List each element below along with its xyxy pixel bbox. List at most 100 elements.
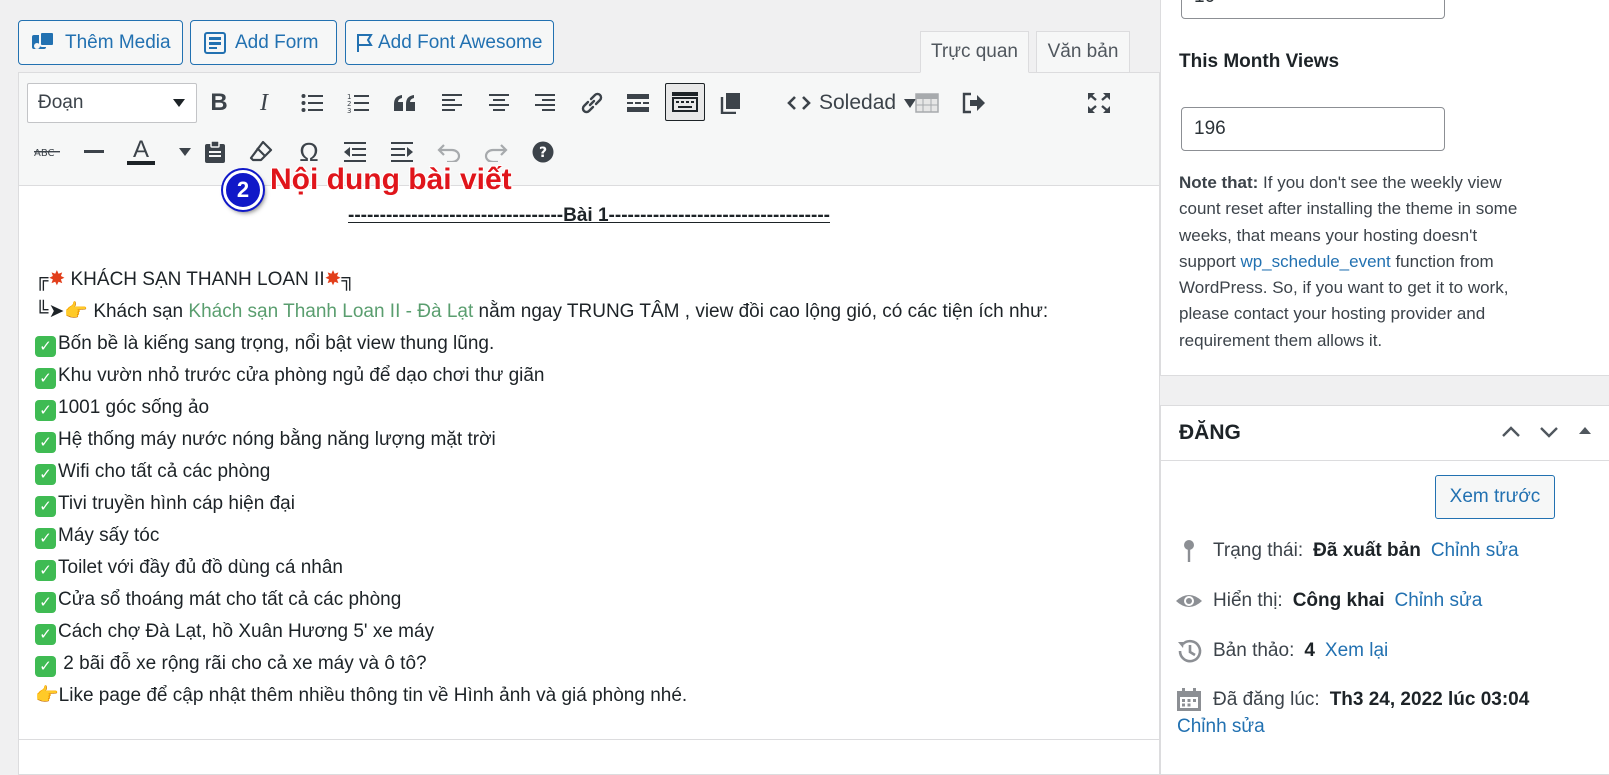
exit-button[interactable]: [954, 83, 994, 123]
strikethrough-button[interactable]: ABC: [27, 132, 67, 172]
history-icon: [1178, 639, 1202, 663]
browse-revisions-link[interactable]: Xem lại: [1325, 640, 1388, 662]
link-icon: [581, 92, 603, 114]
horizontal-line-button[interactable]: [74, 132, 114, 172]
burst-emoji-icon: ✸: [48, 268, 66, 290]
hotel-link[interactable]: Khách sạn Thanh Loan II - Đà Lạt: [188, 301, 473, 322]
table-button[interactable]: [907, 83, 947, 123]
visibility-value: Công khai: [1292, 590, 1385, 611]
collapse-arrow-icon[interactable]: [1575, 420, 1595, 444]
soledad-dropdown[interactable]: Soledad: [787, 85, 917, 121]
status-row: Trạng thái: Đã xuất bản Chỉnh sửa: [1175, 538, 1519, 564]
chevron-down-icon[interactable]: [1537, 420, 1561, 444]
status-edit-link[interactable]: Chỉnh sửa: [1431, 540, 1519, 562]
text-color-button[interactable]: A: [122, 132, 160, 172]
month-views-input[interactable]: 196: [1181, 107, 1445, 151]
help-button[interactable]: ?: [523, 132, 563, 172]
bullet-list-icon: [301, 94, 323, 112]
note-bold: Note that:: [1179, 173, 1259, 192]
amenity-item: ✓ Máy sấy tóc: [35, 520, 1143, 552]
check-mark-icon: ✓: [35, 400, 56, 421]
numbered-list-button[interactable]: 123: [338, 83, 378, 123]
copy-button[interactable]: [711, 83, 751, 123]
toolbar-toggle-button[interactable]: [665, 83, 705, 121]
soledad-label: Soledad: [819, 91, 897, 114]
add-media-label: Thêm Media: [65, 31, 171, 53]
annotation-number-badge: 2: [223, 170, 263, 210]
read-more-button[interactable]: [618, 83, 658, 123]
check-mark-icon: ✓: [35, 624, 56, 645]
help-icon: ?: [532, 141, 554, 163]
text-color-dropdown[interactable]: [174, 132, 196, 172]
views-note: Note that: If you don't see the weekly v…: [1179, 170, 1534, 354]
check-mark-icon: ✓: [35, 336, 56, 357]
editor-toolbar: Đoạn B I 123 Soledad ABC A Ω ?: [19, 73, 1159, 186]
amenity-item: ✓ Hệ thống máy nước nóng bằng năng lượng …: [35, 424, 1143, 456]
burst-emoji-icon: ✸: [324, 268, 342, 290]
amenity-item: ✓ Cách chợ Đà Lạt, hồ Xuân Hương 5' xe má…: [35, 616, 1143, 648]
intro-prefix: ╚➤👉 Khách sạn: [35, 301, 189, 322]
svg-text:3: 3: [347, 107, 351, 114]
visibility-edit-link[interactable]: Chỉnh sửa: [1395, 590, 1483, 612]
flag-icon: [357, 33, 373, 52]
chevron-up-icon[interactable]: [1499, 420, 1523, 444]
bold-button[interactable]: B: [199, 83, 239, 123]
amenity-item: ✓ Bốn bề là kiếng sang trọng, nổi bật vie…: [35, 328, 1143, 360]
revisions-count: 4: [1304, 640, 1315, 661]
align-center-button[interactable]: [479, 83, 519, 123]
keyboard-icon: [672, 92, 698, 112]
hotel-heading: ╔✸ KHÁCH SẠN THANH LOAN II✸╗: [35, 263, 1143, 296]
tab-visual-label: Trực quan: [931, 41, 1018, 62]
add-form-button[interactable]: Add Form: [190, 20, 337, 65]
post-editor: Đoạn B I 123 Soledad ABC A Ω ? ---------…: [18, 72, 1160, 775]
blockquote-button[interactable]: [385, 83, 425, 123]
italic-button[interactable]: I: [244, 83, 284, 123]
align-right-button[interactable]: [525, 83, 565, 123]
check-mark-icon: ✓: [35, 560, 56, 581]
editor-content[interactable]: ----------------------------------Bài 1-…: [19, 186, 1159, 741]
add-media-button[interactable]: Thêm Media: [18, 20, 183, 65]
wp-schedule-event-link[interactable]: wp_schedule_event: [1240, 252, 1390, 271]
format-select[interactable]: Đoạn: [27, 83, 197, 123]
quote-icon: [394, 95, 415, 111]
month-views-label: This Month Views: [1179, 51, 1340, 72]
fullscreen-button[interactable]: [1079, 83, 1119, 123]
visibility-row: Hiển thị: Công khai Chỉnh sửa: [1175, 588, 1482, 614]
align-right-icon: [535, 94, 555, 111]
format-select-value: Đoạn: [38, 92, 84, 113]
status-value: Đã xuất bản: [1313, 540, 1421, 561]
align-center-icon: [489, 94, 509, 111]
tab-text[interactable]: Văn bản: [1036, 31, 1130, 73]
preview-button[interactable]: Xem trước: [1435, 475, 1555, 519]
align-left-icon: [442, 94, 462, 111]
intro-suffix: nằm ngay TRUNG TÂM , view đồi cao lộng g…: [473, 301, 1049, 322]
week-views-input[interactable]: 10: [1181, 0, 1445, 19]
undo-icon: [437, 144, 461, 162]
frame-corner: ╔: [35, 269, 49, 290]
add-form-label: Add Form: [235, 31, 319, 53]
align-left-button[interactable]: [432, 83, 472, 123]
publish-box: ĐĂNG Xem trước Trạng thái: Đã xuất bản Chỉ…: [1160, 405, 1609, 775]
insert-link-button[interactable]: [572, 83, 612, 123]
amenity-item: ✓ 2 bãi đỗ xe rộng rãi cho cả xe máy và …: [35, 648, 1143, 680]
tab-visual[interactable]: Trực quan: [920, 31, 1029, 73]
box-controls: [1499, 420, 1595, 444]
bold-icon: B: [210, 89, 228, 116]
visibility-label: Hiển thị:: [1213, 590, 1283, 611]
add-font-awesome-button[interactable]: Add Font Awesome: [345, 20, 554, 65]
annotation-label: Nội dung bài viết: [270, 163, 512, 196]
amenity-item: ✓ Tivi truyền hình cáp hiện đại: [35, 488, 1143, 520]
post-views-box: 10 This Month Views 196 Note that: If yo…: [1160, 0, 1609, 376]
amenity-text: Máy sấy tóc: [58, 525, 160, 546]
amenity-text: Cách chợ Đà Lạt, hồ Xuân Hương 5' xe máy: [58, 621, 435, 642]
amenity-list: ✓ Bốn bề là kiếng sang trọng, nổi bật vie…: [35, 328, 1143, 680]
paste-text-button[interactable]: [195, 132, 235, 172]
amenity-text: 1001 góc sống ảo: [58, 397, 210, 418]
add-font-awesome-label: Add Font Awesome: [378, 31, 543, 53]
published-edit-link[interactable]: Chỉnh sửa: [1177, 716, 1265, 738]
amenity-item: ✓ Khu vườn nhỏ trước cửa phòng ngủ để dạo…: [35, 360, 1143, 392]
last-line: 👉Like page để cập nhật thêm nhiều thông …: [35, 685, 688, 706]
revisions-label: Bản thảo:: [1213, 640, 1295, 661]
bullet-list-button[interactable]: [292, 83, 332, 123]
check-mark-icon: ✓: [35, 528, 56, 549]
